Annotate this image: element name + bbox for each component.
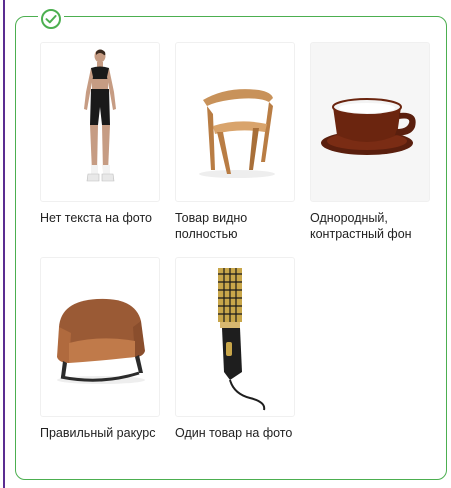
leather-armchair-image xyxy=(40,257,160,417)
check-circle-icon xyxy=(38,6,64,32)
example-card: Нет текста на фото xyxy=(40,42,160,226)
left-border xyxy=(3,0,5,488)
hair-dryer-brush-image xyxy=(175,257,295,417)
example-card: Правильный ракурс xyxy=(40,257,160,441)
woman-in-sportswear-image xyxy=(40,42,160,202)
caption-contrast-background: Однородный, контрастный фон xyxy=(310,211,412,241)
wooden-chair-image xyxy=(175,42,295,202)
example-card: Однородный, контрастный фон xyxy=(310,42,430,242)
caption-no-text: Нет текста на фото xyxy=(40,211,152,225)
caption-single-item: Один товар на фото xyxy=(175,426,293,440)
example-card: Один товар на фото xyxy=(175,257,295,441)
example-card: Товар видно полностью xyxy=(175,42,295,242)
caption-full-view: Товар видно полностью xyxy=(175,211,248,241)
coffee-cup-image xyxy=(310,42,430,202)
caption-correct-angle: Правильный ракурс xyxy=(40,426,156,440)
